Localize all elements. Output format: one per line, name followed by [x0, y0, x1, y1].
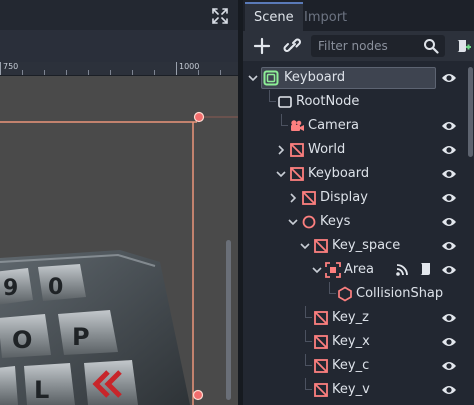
viewport-toolbar [0, 0, 238, 30]
horizontal-ruler: 750 1000 [0, 62, 238, 76]
scene-dock: Scene Import Filter nodes Keyboard RootN… [243, 0, 474, 405]
visibility-eye-icon[interactable] [441, 263, 457, 277]
keyboard-model: 9 0 O P L [0, 250, 190, 405]
collapse-arrow-icon[interactable] [247, 72, 259, 84]
spatial-node-icon [314, 311, 328, 325]
tree-item-label: Key_z [332, 310, 369, 325]
keycap-0: 0 [48, 275, 63, 300]
fullscreen-icon[interactable] [212, 8, 228, 24]
tree-item-collision-shape[interactable]: CollisionShap [243, 282, 465, 306]
viewport-scrollbar[interactable] [226, 240, 231, 400]
visibility-eye-icon[interactable] [441, 311, 457, 325]
tree-item-display[interactable]: Display [243, 186, 465, 210]
tab-scene[interactable]: Scene [245, 2, 303, 31]
camera-icon [291, 120, 304, 131]
area-icon [325, 262, 341, 278]
keycap-9: 9 [3, 276, 18, 301]
instance-scene-icon[interactable] [283, 36, 303, 56]
frame-handle-top[interactable] [193, 111, 205, 123]
tree-item-keyboard[interactable]: Keyboard [243, 162, 465, 186]
tree-item-label: Key_space [332, 238, 401, 253]
script-icon[interactable] [418, 262, 432, 278]
tree-item-keys[interactable]: Keys [243, 210, 465, 234]
collapse-arrow-icon[interactable] [299, 240, 311, 252]
tree-item-rootnode[interactable]: RootNode [243, 90, 465, 114]
visibility-eye-icon[interactable] [441, 143, 457, 157]
visibility-eye-icon[interactable] [441, 383, 457, 397]
node3d-icon [278, 96, 292, 108]
visibility-eye-icon[interactable] [441, 71, 457, 85]
frame-handle-bottom[interactable] [192, 389, 204, 401]
tree-item-keyboard-root[interactable]: Keyboard [243, 66, 465, 90]
tree-item-label: Display [320, 190, 368, 205]
visibility-eye-icon[interactable] [441, 191, 457, 205]
expand-arrow-icon[interactable] [275, 144, 287, 156]
collapse-arrow-icon[interactable] [311, 264, 323, 276]
tree-item-key-z[interactable]: Key_z [243, 306, 465, 330]
dock-tab-bar: Scene Import [243, 0, 474, 31]
viewport-canvas[interactable]: 9 0 O P L [0, 76, 238, 405]
tree-item-key-c[interactable]: Key_c [243, 354, 465, 378]
ruler-label-750: 750 [3, 62, 19, 71]
tree-item-label: World [308, 142, 346, 157]
tree-item-label: Key_v [332, 382, 370, 397]
signal-connections-icon[interactable] [395, 263, 409, 277]
filter-nodes-input[interactable] [318, 35, 422, 57]
scene-root-icon [263, 70, 279, 86]
visibility-eye-icon[interactable] [441, 359, 457, 373]
tree-item-label: Keyboard [284, 70, 346, 85]
spatial-node-icon [314, 383, 328, 397]
tree-item-label: Camera [308, 118, 360, 133]
visibility-eye-icon[interactable] [441, 335, 457, 349]
visibility-eye-icon[interactable] [441, 119, 457, 133]
tree-item-label: RootNode [296, 94, 360, 109]
collapse-arrow-icon[interactable] [287, 216, 299, 228]
tree-item-label: Keyboard [308, 166, 370, 181]
keycap-l: L [34, 376, 49, 404]
collision-shape-icon [338, 286, 352, 302]
tree-item-label: Area [344, 262, 374, 277]
scene-tree-scrollbar[interactable] [468, 67, 473, 157]
keycap-o: O [12, 326, 32, 354]
tree-item-world[interactable]: World [243, 138, 465, 162]
spatial-node-icon [290, 167, 304, 181]
ruler-label-1000: 1000 [179, 62, 200, 71]
filter-nodes-field[interactable] [311, 35, 445, 57]
spatial-node-icon [314, 359, 328, 373]
tree-item-key-x[interactable]: Key_x [243, 330, 465, 354]
tree-item-camera[interactable]: Camera [243, 114, 465, 138]
viewport-3d[interactable]: 750 1000 9 0 O P L [0, 0, 238, 405]
tree-item-area[interactable]: Area [243, 258, 465, 282]
add-node-icon[interactable] [253, 37, 271, 55]
tree-item-label: Key_x [332, 334, 370, 349]
tree-item-label: Key_c [332, 358, 370, 373]
spatial-node-icon [314, 239, 328, 253]
scene-tree[interactable]: Keyboard RootNode Camera World Keyboard … [243, 61, 474, 405]
tab-import[interactable]: Import [295, 4, 356, 31]
search-icon[interactable] [423, 38, 439, 54]
tree-item-label: Keys [320, 214, 351, 229]
attach-script-icon[interactable] [454, 37, 472, 55]
tree-item-key-space[interactable]: Key_space [243, 234, 465, 258]
visibility-eye-icon[interactable] [441, 239, 457, 253]
scene-toolbar [243, 31, 474, 61]
viewport-header-bar [0, 30, 238, 62]
visibility-eye-icon[interactable] [441, 167, 457, 181]
collapse-arrow-icon[interactable] [275, 168, 287, 180]
visibility-eye-icon[interactable] [441, 215, 457, 229]
circle-node-icon [302, 215, 316, 229]
keycap-p: P [72, 323, 90, 351]
spatial-node-icon [314, 335, 328, 349]
tree-item-key-v[interactable]: Key_v [243, 378, 465, 402]
tree-item-label: CollisionShap [356, 286, 444, 301]
spatial-node-icon [302, 191, 316, 205]
expand-arrow-icon[interactable] [287, 192, 299, 204]
spatial-node-icon [290, 143, 304, 157]
